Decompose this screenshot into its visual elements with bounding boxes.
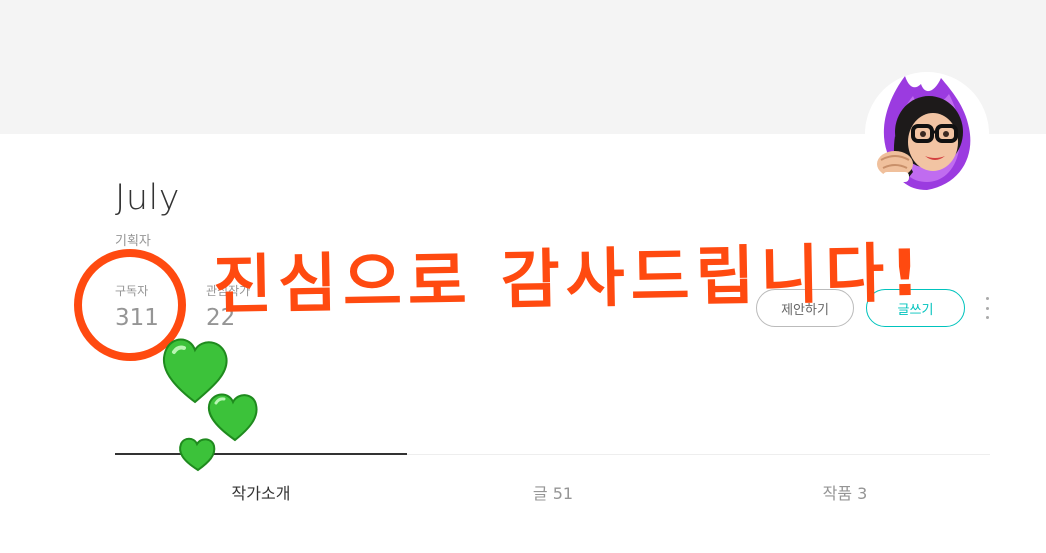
green-heart-icon xyxy=(162,338,228,404)
author-job: 기획자 xyxy=(115,234,151,249)
tab-works[interactable]: 작품 3 xyxy=(699,480,991,504)
subscribers-label: 구독자 xyxy=(115,284,149,298)
tab-intro[interactable]: 작가소개 xyxy=(115,480,407,504)
subscribers-stat[interactable]: 구독자 311 xyxy=(115,282,159,331)
author-name: July xyxy=(115,178,180,218)
thank-you-annotation: 진심으로 감사드립니다! xyxy=(212,236,926,324)
active-tab-indicator xyxy=(115,453,407,455)
subscribers-count: 311 xyxy=(115,305,159,331)
tab-posts[interactable]: 글 51 xyxy=(407,480,699,504)
memoji-avatar-icon xyxy=(865,72,989,196)
more-options-icon[interactable] xyxy=(982,296,992,320)
green-heart-icon xyxy=(207,393,258,442)
author-avatar[interactable] xyxy=(865,72,989,196)
